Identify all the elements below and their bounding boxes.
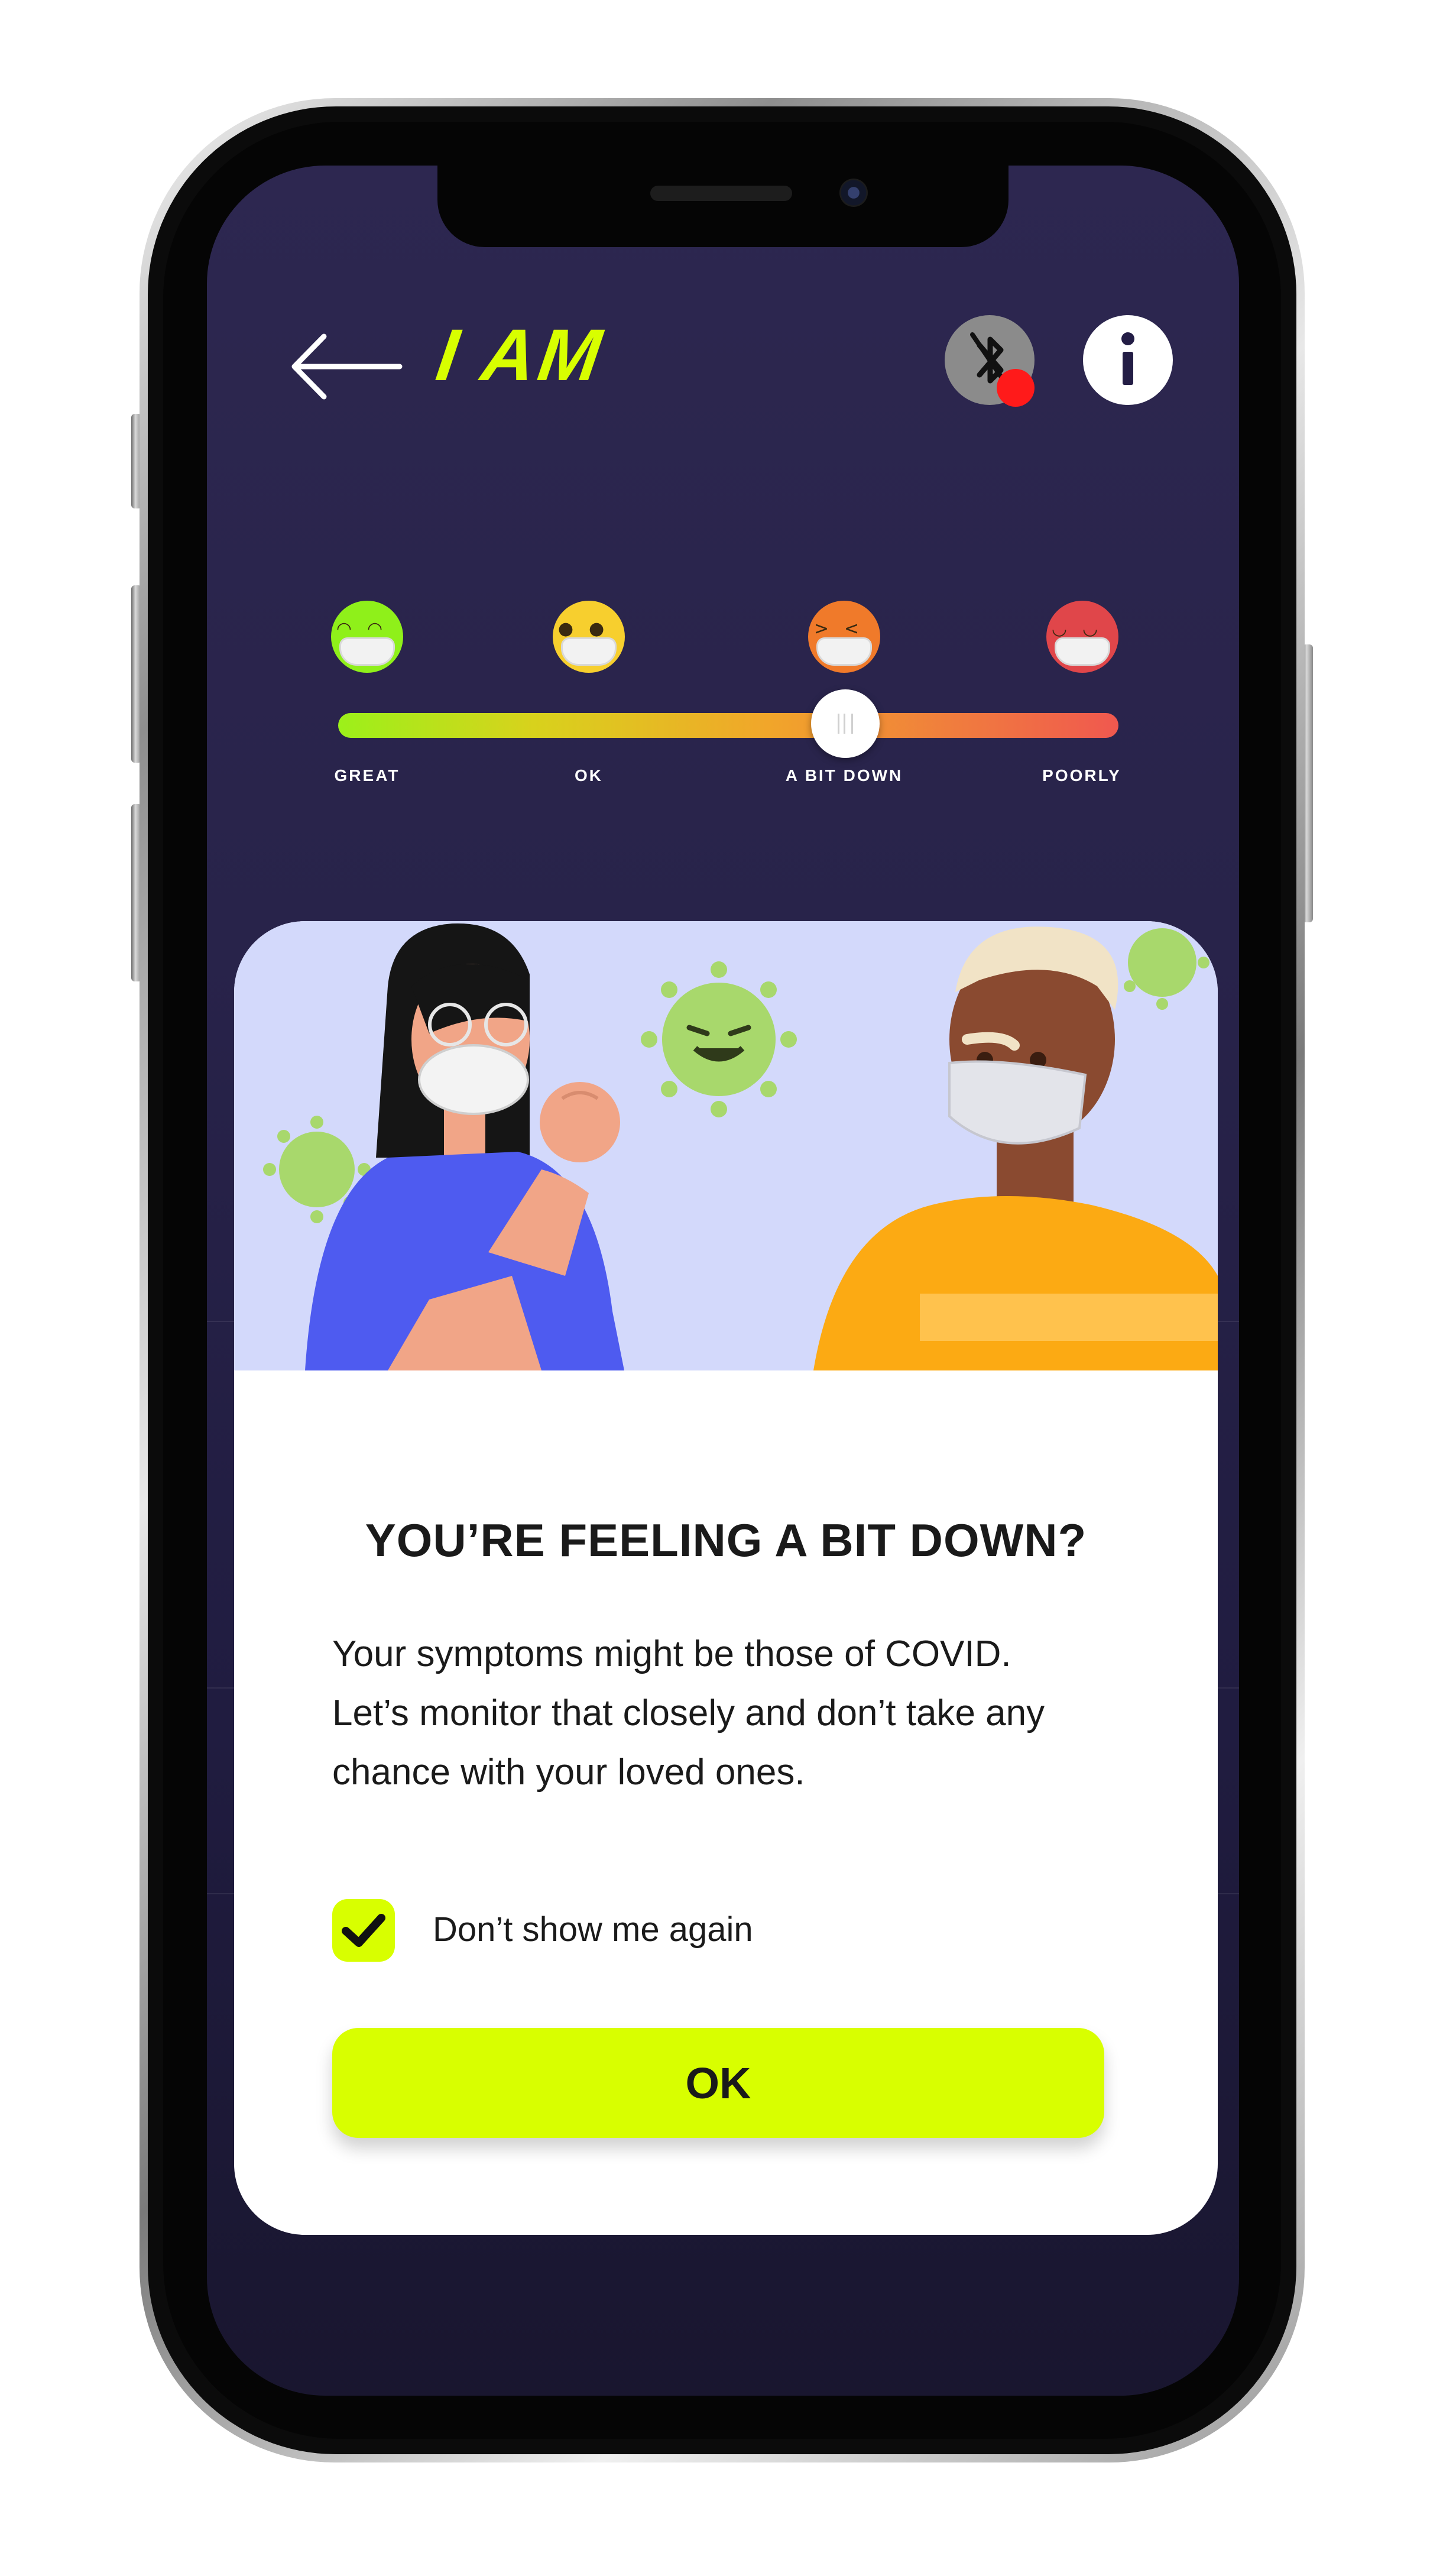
back-button[interactable]	[287, 328, 406, 405]
mood-label-poorly: POORLY	[1042, 766, 1121, 785]
ok-button[interactable]: OK	[332, 2028, 1104, 2138]
bluetooth-status-dot	[997, 369, 1035, 407]
masked-face-squint-icon[interactable]: ><	[808, 601, 880, 673]
checkmark-icon	[342, 1914, 385, 1947]
virus-icon	[1124, 928, 1209, 1010]
mood-slider-thumb[interactable]	[811, 689, 880, 758]
masked-face-happy-icon[interactable]: ◠◠	[331, 601, 403, 673]
masked-face-sick-icon[interactable]: ◡◡	[1046, 601, 1118, 673]
dont-show-again-checkbox[interactable]	[332, 1899, 395, 1962]
dialog-card: YOU’RE FEELING A BIT DOWN? Your symptoms…	[234, 921, 1218, 2235]
info-button[interactable]	[1083, 315, 1173, 405]
mood-label-great: GREAT	[334, 766, 400, 785]
masked-face-neutral-icon[interactable]: ●●	[553, 601, 625, 673]
dialog-message-line: Let’s monitor that closely and don’t tak…	[332, 1693, 1045, 1733]
dialog-message: Your symptoms might be those of COVID. L…	[332, 1625, 1136, 1802]
info-icon	[1121, 332, 1134, 385]
illustration-art	[263, 923, 1218, 1370]
earpiece-speaker	[650, 186, 792, 201]
arrow-left-icon	[291, 333, 403, 400]
page-title: I AM	[432, 315, 609, 396]
slider-grip-icon	[838, 714, 853, 734]
coughing-people-illustration	[234, 921, 1218, 1370]
dont-show-again-label[interactable]: Don’t show me again	[433, 1910, 753, 1949]
mood-slider-track[interactable]	[338, 713, 1118, 738]
mood-label-a-bit-down: A BIT DOWN	[785, 766, 903, 785]
dialog-message-line: chance with your loved ones.	[332, 1752, 805, 1793]
app-screen: I AM ◠◠ ●● >< ◡◡ GREAT OK A BIT DOWN POO…	[207, 166, 1239, 2396]
mood-label-ok: OK	[575, 766, 603, 785]
dialog-title: YOU’RE FEELING A BIT DOWN?	[365, 1514, 1087, 1566]
dialog-message-line: Your symptoms might be those of COVID.	[332, 1634, 1011, 1674]
phone-notch	[437, 166, 1009, 247]
front-camera	[839, 179, 868, 207]
virus-icon	[641, 961, 797, 1117]
